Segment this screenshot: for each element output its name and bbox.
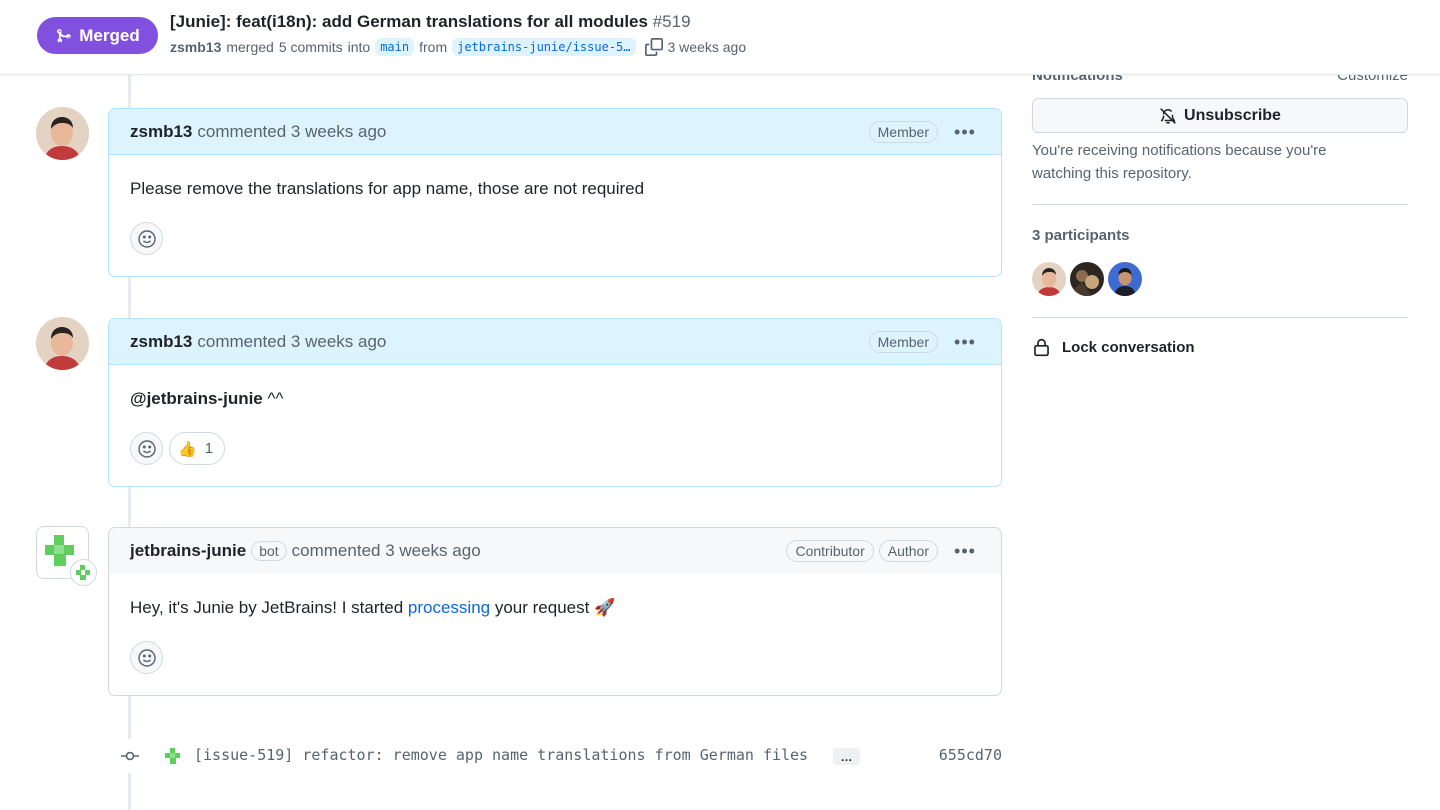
comment-body: Please remove the translations for app n… (130, 179, 645, 198)
contributor-label: Contributor (786, 540, 874, 562)
comment-author[interactable]: zsmb13 (130, 332, 192, 352)
smiley-icon (137, 229, 156, 248)
git-merge-icon (57, 28, 71, 43)
git-commit-icon (113, 739, 147, 773)
notification-reason: You're receiving notifications because y… (1032, 142, 1327, 182)
avatar[interactable] (36, 107, 89, 160)
comment-author[interactable]: jetbrains-junie (130, 541, 246, 561)
comment-timestamp[interactable]: commented 3 weeks ago (197, 332, 386, 352)
pr-number: #519 (652, 12, 691, 31)
smiley-icon (137, 648, 156, 667)
comment-header: zsmb13 commented 3 weeks ago Member ••• (109, 109, 1001, 155)
member-label: Member (868, 331, 938, 353)
copy-icon[interactable] (644, 38, 663, 56)
bot-badge-icon (70, 559, 97, 586)
kebab-menu-icon[interactable]: ••• (951, 332, 979, 352)
comment-timestamp[interactable]: commented 3 weeks ago (197, 122, 386, 142)
commit-count: 5 commits (278, 39, 343, 55)
participant-avatar[interactable] (1032, 262, 1066, 296)
avatar[interactable] (36, 317, 89, 370)
unsubscribe-label: Unsubscribe (1184, 106, 1281, 124)
pr-sticky-header: Merged [Junie]: feat(i18n): add German t… (0, 0, 1440, 75)
participants-list (1032, 262, 1142, 296)
comment-card: jetbrains-junie bot commented 3 weeks ag… (108, 527, 1002, 696)
comment-body: Hey, it's Junie by JetBrains! I started … (109, 574, 1001, 620)
commit-message[interactable]: [issue-519] refactor: remove app name tr… (194, 746, 808, 764)
author-label: Author (878, 540, 938, 562)
participants-label: 3 participants (1032, 227, 1130, 244)
bot-label: bot (251, 540, 287, 561)
base-branch[interactable]: main (375, 38, 415, 56)
merged-status-badge: Merged (37, 17, 158, 54)
participant-avatar[interactable] (1070, 262, 1104, 296)
sidebar-divider (1032, 317, 1408, 318)
comment-timestamp[interactable]: commented 3 weeks ago (292, 541, 481, 561)
comment-text: ^^ (262, 389, 284, 408)
participant-avatar[interactable] (1108, 262, 1142, 296)
merged-text: merged (226, 39, 274, 55)
commit-expand-button[interactable]: … (833, 748, 860, 765)
unsubscribe-button[interactable]: Unsubscribe (1032, 98, 1408, 133)
reaction-count: 1 (204, 440, 214, 457)
comment-card: zsmb13 commented 3 weeks ago Member ••• … (108, 318, 1002, 487)
bell-slash-icon (1160, 107, 1176, 124)
merged-status-text: Merged (79, 25, 140, 45)
into-text: into (347, 39, 371, 55)
comment-author[interactable]: zsmb13 (130, 122, 192, 142)
lock-icon (1034, 338, 1049, 357)
smiley-icon (137, 439, 156, 458)
head-branch[interactable]: jetbrains-junie/issue-5… (452, 38, 636, 56)
pr-merge-summary: zsmb13 merged 5 commits into main from j… (170, 38, 746, 56)
add-reaction-button[interactable] (130, 432, 163, 465)
add-reaction-button[interactable] (130, 222, 163, 255)
sidebar-divider (1032, 204, 1408, 205)
commit-sha[interactable]: 655cd70 (939, 746, 1002, 764)
thumbs-up-icon: 👍 (178, 440, 197, 458)
comment-header: zsmb13 commented 3 weeks ago Member ••• (109, 319, 1001, 365)
junie-commit-avatar-icon[interactable] (163, 746, 183, 766)
comment-text: Hey, it's Junie by JetBrains! I started (130, 598, 408, 617)
merge-time: 3 weeks ago (667, 39, 747, 55)
lock-conversation-label: Lock conversation (1062, 338, 1195, 356)
comment-text: your request 🚀 (490, 598, 616, 617)
pr-title-text: [Junie]: feat(i18n): add German translat… (170, 12, 648, 31)
comment-header: jetbrains-junie bot commented 3 weeks ag… (109, 528, 1001, 574)
lock-conversation-button[interactable]: Lock conversation (1032, 337, 1195, 357)
pr-title: [Junie]: feat(i18n): add German translat… (170, 12, 691, 32)
processing-link[interactable]: processing (408, 598, 490, 617)
junie-avatar[interactable] (36, 526, 97, 586)
add-reaction-button[interactable] (130, 641, 163, 674)
kebab-menu-icon[interactable]: ••• (951, 122, 979, 142)
thumbs-up-reaction[interactable]: 👍 1 (169, 432, 226, 465)
from-text: from (419, 39, 448, 55)
pr-author-link[interactable]: zsmb13 (170, 39, 221, 55)
user-mention[interactable]: @jetbrains-junie (130, 389, 263, 408)
member-label: Member (868, 121, 938, 143)
kebab-menu-icon[interactable]: ••• (951, 541, 979, 561)
comment-body: @jetbrains-junie ^^ (109, 365, 1001, 411)
comment-card: zsmb13 commented 3 weeks ago Member ••• … (108, 108, 1002, 277)
commit-row: [issue-519] refactor: remove app name tr… (113, 738, 1002, 774)
